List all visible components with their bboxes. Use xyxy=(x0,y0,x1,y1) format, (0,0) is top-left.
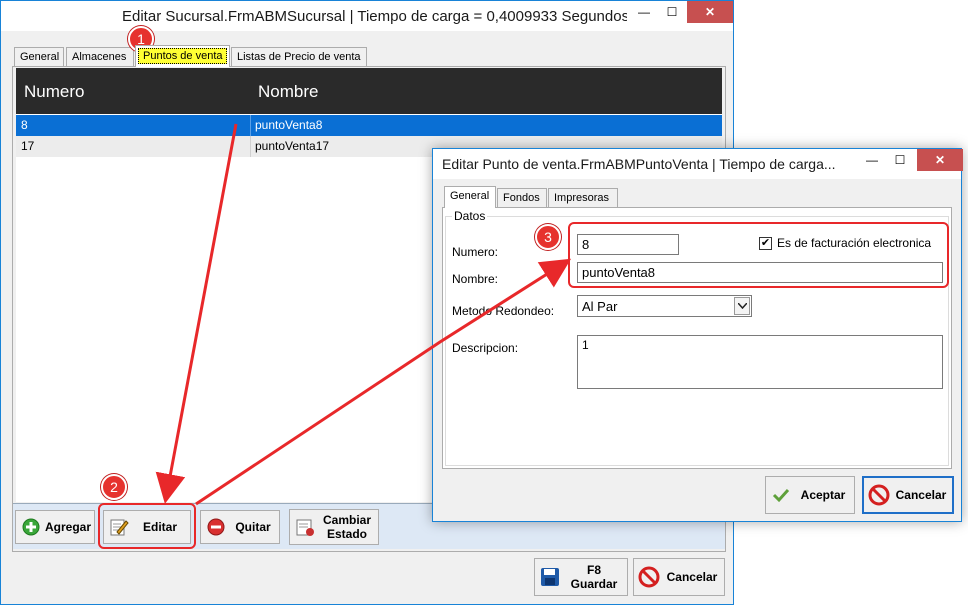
check-icon xyxy=(770,484,792,506)
close-button[interactable]: ✕ xyxy=(687,1,733,23)
metodo-redondeo-value: Al Par xyxy=(582,299,618,314)
annotation-box-editar xyxy=(98,503,196,549)
dialog-tab-impresoras[interactable]: Impresoras xyxy=(548,188,618,208)
tab-general[interactable]: General xyxy=(14,47,64,67)
dialog-minimize-button[interactable]: — xyxy=(857,149,887,171)
add-icon xyxy=(20,516,42,538)
dialog-cancelar-button[interactable]: Cancelar xyxy=(862,476,954,514)
metodo-redondeo-label: Metodo Redondeo: xyxy=(452,304,555,318)
dialog-cancelar-label: Cancelar xyxy=(895,488,947,502)
guardar-button[interactable]: F8 Guardar xyxy=(534,558,628,596)
numero-label: Numero: xyxy=(452,245,499,259)
aceptar-label: Aceptar xyxy=(800,488,846,502)
main-window-title: Editar Sucursal.FrmABMSucursal | Tiempo … xyxy=(122,8,630,25)
dialog-title: Editar Punto de venta.FrmABMPuntoVenta |… xyxy=(442,156,836,172)
column-header-nombre[interactable]: Nombre xyxy=(258,82,318,102)
column-header-numero[interactable]: Numero xyxy=(24,82,84,102)
cell-divider xyxy=(250,136,251,157)
annotation-badge-3: 3 xyxy=(535,224,561,250)
cancel-icon xyxy=(638,566,660,588)
cell-nombre: puntoVenta8 xyxy=(255,118,323,132)
cancel-icon xyxy=(868,484,890,506)
cambiar-estado-line2: Estado xyxy=(326,527,367,541)
tab-puntos-de-venta-label: Puntos de venta xyxy=(138,48,227,64)
guardar-label: F8 Guardar xyxy=(561,563,627,591)
chevron-down-icon[interactable] xyxy=(734,297,750,315)
quitar-button[interactable]: Quitar xyxy=(200,510,280,544)
tab-almacenes[interactable]: Almacenes xyxy=(66,47,134,67)
main-cancelar-button[interactable]: Cancelar xyxy=(633,558,725,596)
descripcion-label: Descripcion: xyxy=(452,341,519,355)
cambiar-estado-label: Cambiar Estado xyxy=(316,513,378,541)
dialog-close-button[interactable]: ✕ xyxy=(917,149,963,171)
agregar-button[interactable]: Agregar xyxy=(15,510,95,544)
cell-numero: 17 xyxy=(21,139,35,153)
cell-nombre: puntoVenta17 xyxy=(255,139,330,153)
guardar-text: Guardar xyxy=(570,577,618,591)
remove-icon xyxy=(205,516,227,538)
tab-puntos-de-venta[interactable]: Puntos de venta xyxy=(135,45,230,67)
save-icon xyxy=(539,566,561,588)
cambiar-estado-line1: Cambiar xyxy=(322,513,372,527)
dialog-titlebar: Editar Punto de venta.FrmABMPuntoVenta |… xyxy=(433,149,963,179)
grid-header: Numero Nombre xyxy=(16,68,722,114)
cambiar-estado-button[interactable]: Cambiar Estado xyxy=(289,509,379,545)
edit-point-of-sale-dialog: Editar Punto de venta.FrmABMPuntoVenta |… xyxy=(432,148,963,522)
descripcion-field[interactable]: 1 xyxy=(577,335,943,389)
agregar-label: Agregar xyxy=(44,520,91,534)
main-cancelar-label: Cancelar xyxy=(666,570,718,584)
tab-listas-de-precio[interactable]: Listas de Precio de venta xyxy=(231,47,367,67)
cell-numero: 8 xyxy=(21,118,28,132)
cell-divider xyxy=(250,115,251,136)
maximize-button[interactable]: ☐ xyxy=(655,1,689,23)
main-titlebar: Editar Sucursal.FrmABMSucursal | Tiempo … xyxy=(1,1,733,31)
dialog-tab-general[interactable]: General xyxy=(444,186,496,208)
change-state-icon xyxy=(294,516,316,538)
datos-group-label: Datos xyxy=(452,209,488,223)
guardar-shortcut: F8 xyxy=(586,563,601,577)
metodo-redondeo-select[interactable]: Al Par xyxy=(577,295,752,317)
quitar-label: Quitar xyxy=(235,520,271,534)
table-row-selected[interactable]: 8 puntoVenta8 xyxy=(16,115,722,136)
dialog-tab-fondos[interactable]: Fondos xyxy=(497,188,547,208)
aceptar-button[interactable]: Aceptar xyxy=(765,476,855,514)
dialog-maximize-button[interactable]: ☐ xyxy=(885,149,915,171)
annotation-badge-2: 2 xyxy=(101,474,127,500)
nombre-label: Nombre: xyxy=(452,272,499,286)
annotation-box-fields xyxy=(568,222,949,288)
